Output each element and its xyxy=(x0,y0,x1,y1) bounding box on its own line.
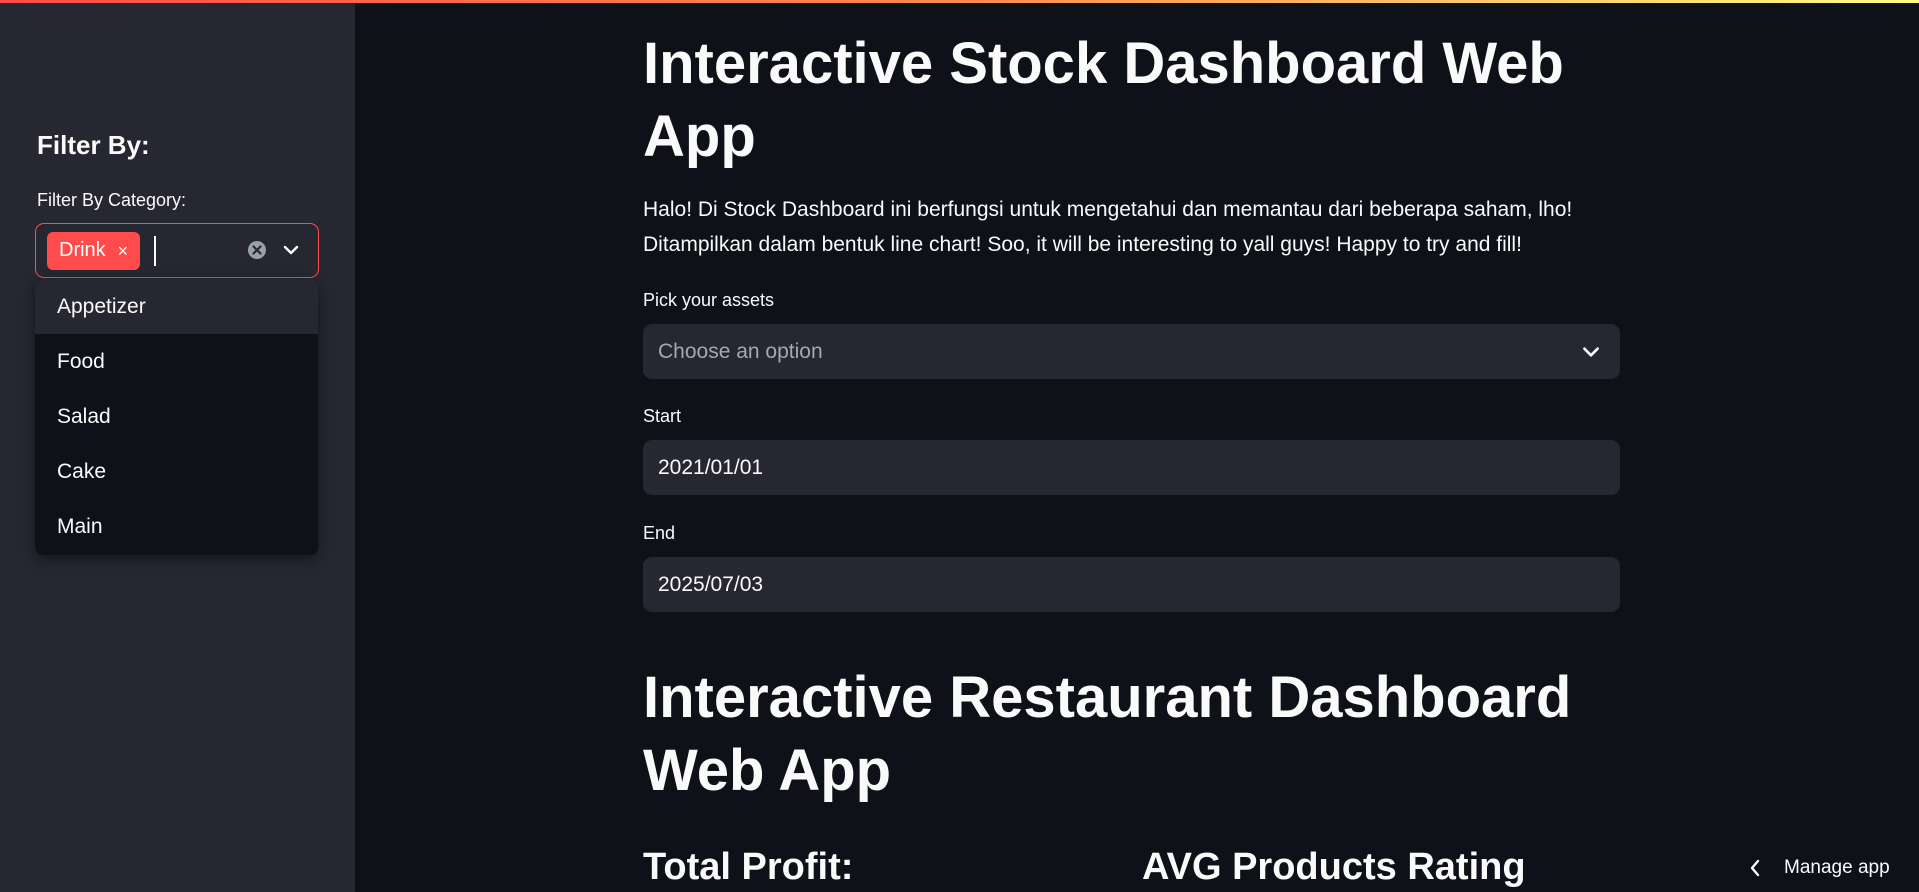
assets-placeholder: Choose an option xyxy=(658,339,823,363)
text-cursor xyxy=(154,235,157,266)
tag-remove-icon[interactable]: × xyxy=(118,242,129,260)
stock-description: Halo! Di Stock Dashboard ini berfungsi u… xyxy=(643,198,1573,256)
start-label: Start xyxy=(643,406,682,426)
tag-label: Drink xyxy=(59,239,106,261)
restaurant-dashboard-title: Interactive Restaurant Dashboard Web App xyxy=(643,665,1572,803)
chevron-down-icon[interactable] xyxy=(281,240,301,260)
dropdown-option-salad[interactable]: Salad xyxy=(35,389,318,444)
top-decoration-bar xyxy=(0,0,1919,3)
manage-app-label: Manage app xyxy=(1784,857,1890,878)
avg-rating-heading: AVG Products Rating xyxy=(1142,846,1526,888)
end-date-value: 2025/07/03 xyxy=(658,572,764,596)
category-dropdown-menu: Appetizer Food Salad Cake Main xyxy=(35,279,318,555)
sidebar: Filter By: Filter By Category: Drink × A… xyxy=(0,0,355,892)
end-date-input[interactable]: 2025/07/03 xyxy=(643,557,1620,612)
assets-label: Pick your assets xyxy=(643,290,775,310)
manage-app-button[interactable]: Manage app xyxy=(1748,857,1890,879)
start-date-input[interactable]: 2021/01/01 xyxy=(643,440,1620,495)
stock-dashboard-title: Interactive Stock Dashboard Web App xyxy=(643,31,1564,169)
chevron-down-icon xyxy=(1583,347,1599,357)
start-date-value: 2021/01/01 xyxy=(658,455,764,479)
category-filter-label: Filter By Category: xyxy=(37,190,187,210)
dropdown-option-main[interactable]: Main xyxy=(35,499,318,554)
category-multiselect[interactable]: Drink × xyxy=(35,223,319,278)
clear-circle-icon[interactable] xyxy=(247,240,267,260)
dropdown-option-appetizer[interactable]: Appetizer xyxy=(35,279,318,334)
dropdown-option-cake[interactable]: Cake xyxy=(35,444,318,499)
sidebar-heading: Filter By: xyxy=(37,130,150,160)
total-profit-heading: Total Profit: xyxy=(643,846,854,888)
assets-select[interactable]: Choose an option xyxy=(643,324,1620,379)
end-label: End xyxy=(643,523,676,543)
dropdown-option-food[interactable]: Food xyxy=(35,334,318,389)
chevron-left-icon xyxy=(1750,859,1760,877)
selected-tag-drink: Drink × xyxy=(47,231,141,270)
